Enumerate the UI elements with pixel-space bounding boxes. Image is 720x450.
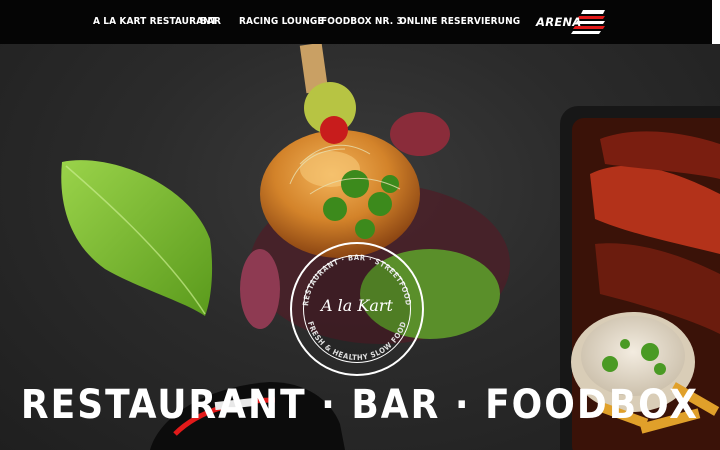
- nav-item-online-reservierung[interactable]: ONLINE RESERVIERUNG: [399, 0, 520, 44]
- page: A LA KART RESTAURANT BAR RACING LOUNGE F…: [0, 0, 720, 450]
- nav-item-foodbox-nr-3[interactable]: FOODBOX NR. 3: [321, 0, 403, 44]
- scrollbar-edge: [712, 0, 720, 44]
- basil-leaf: [61, 160, 213, 316]
- nav-item-bar[interactable]: BAR: [200, 0, 221, 44]
- nav-item-racing-lounge[interactable]: RACING LOUNGE: [239, 0, 324, 44]
- a-la-kart-badge: RESTAURANT · BAR · STREETFOOD FRESH & HE…: [290, 242, 424, 376]
- nav-item-a-la-kart-restaurant[interactable]: A LA KART RESTAURANT: [93, 0, 217, 44]
- arena-logo-text: ARENA: [536, 15, 582, 29]
- hero-section: RESTAURANT · BAR · STREETFOOD FRESH & HE…: [0, 44, 720, 450]
- top-navigation-bar: A LA KART RESTAURANT BAR RACING LOUNGE F…: [0, 0, 720, 44]
- arena-logo[interactable]: ARENA: [533, 8, 609, 36]
- badge-script-text: A la Kart: [321, 296, 393, 315]
- hero-headline: RESTAURANT · BAR · FOODBOX: [20, 382, 700, 428]
